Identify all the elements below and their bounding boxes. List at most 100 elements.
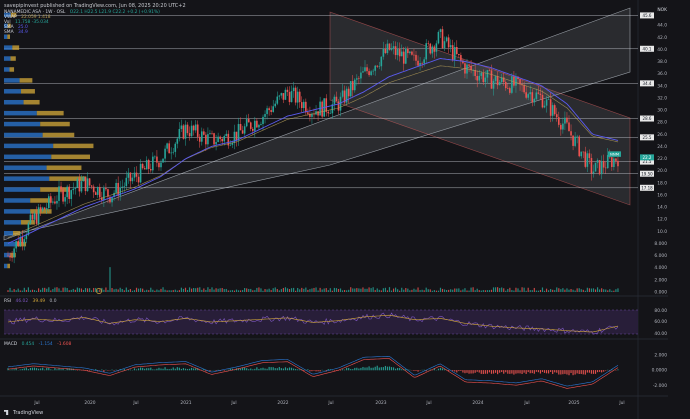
volume-bar	[40, 289, 42, 292]
candle-body	[562, 123, 564, 130]
macd-histogram-bar	[395, 368, 397, 371]
tradingview-brand[interactable]: TradingView	[4, 410, 43, 416]
rsi-legend[interactable]: RSI 46.02 39.49 0.0	[4, 299, 60, 304]
volume-bar	[35, 290, 38, 292]
volume-bar	[545, 288, 548, 292]
macd-histogram-bar	[517, 370, 519, 374]
candle-body	[531, 92, 534, 103]
candle-body	[592, 171, 595, 174]
volume-profile-bar	[12, 45, 20, 50]
macd-histogram-bar	[362, 366, 364, 371]
candle-body	[131, 177, 134, 182]
price-tick-label: 22.0	[657, 156, 667, 162]
candle-body	[303, 101, 305, 109]
macd-histogram-bar	[392, 367, 395, 371]
macd-value1: 0.454	[21, 342, 35, 347]
candle-body	[105, 187, 107, 190]
volume-bar	[70, 289, 72, 292]
candle-body	[423, 59, 425, 64]
macd-histogram-bar	[582, 370, 584, 375]
candle-body	[553, 105, 556, 115]
symbol-tag-label: NNM	[610, 151, 619, 156]
macd-histogram-bar	[388, 366, 391, 371]
volume-bar	[613, 290, 615, 292]
candle-body	[268, 108, 270, 111]
macd-histogram-bar	[366, 367, 368, 371]
candle-body	[537, 92, 540, 94]
volume-bar	[154, 290, 156, 292]
candle-body	[219, 136, 221, 139]
candle-body	[254, 120, 256, 131]
macd-histogram-bar	[209, 370, 211, 372]
volume-profile-bar	[4, 220, 22, 225]
macd-histogram-bar	[409, 369, 411, 371]
volume-bar	[535, 290, 537, 292]
macd-histogram-bar	[188, 368, 191, 371]
time-tick-label: Jul	[132, 400, 138, 406]
current-price-label: 22.2	[643, 155, 652, 160]
volume-profile-bar	[4, 176, 50, 181]
candle-body	[80, 181, 83, 192]
volume-bar	[125, 287, 127, 292]
macd-legend[interactable]: MACD 0.454 -1.154 -1.608	[4, 342, 74, 347]
macd-histogram-bar	[13, 369, 15, 371]
macd-histogram-bar	[458, 370, 460, 372]
publisher-line: savepipinvest published on TradingView.c…	[4, 3, 186, 9]
candle-body	[558, 117, 560, 125]
macd-histogram-bar	[191, 367, 193, 371]
volume-bar	[539, 289, 542, 292]
volume-bar	[415, 289, 417, 292]
macd-histogram-bar	[319, 370, 321, 372]
macd-histogram-bar	[529, 370, 531, 374]
macd-histogram-bar	[40, 368, 42, 371]
price-tick-label: 6.000	[654, 253, 667, 259]
volume-bar	[168, 290, 170, 292]
macd-histogram-bar	[456, 370, 458, 373]
candle-body	[174, 143, 177, 152]
volume-bar	[146, 289, 148, 292]
candle-body	[374, 65, 376, 71]
candle-body	[511, 76, 513, 93]
candle-body	[386, 43, 389, 54]
macd-histogram-bar	[127, 369, 129, 371]
volume-bar	[360, 288, 362, 292]
volume-bar	[556, 287, 558, 292]
macd-histogram-bar	[262, 367, 264, 371]
macd-histogram-bar	[60, 369, 62, 371]
macd-histogram-bar	[480, 370, 482, 374]
macd-histogram-bar	[239, 368, 242, 371]
volume-bar	[470, 287, 472, 292]
volume-bar	[142, 288, 144, 292]
macd-histogram-bar	[268, 366, 270, 371]
price-tick-label: 2.000	[654, 277, 667, 283]
chart-canvas[interactable]: NOK 44.0 42.0 40.0 38.0 36.0 34.0 32.0 30.0 28.0 2…	[0, 0, 690, 419]
price-tick-label: 44.0	[657, 23, 667, 29]
volume-bar	[233, 290, 236, 292]
candle-body	[435, 43, 438, 52]
macd-histogram-bar	[576, 370, 578, 374]
macd-histogram-bar	[146, 368, 148, 371]
macd-histogram-bar	[423, 369, 425, 371]
volume-bar	[207, 287, 209, 292]
candle-body	[366, 67, 368, 72]
macd-histogram-bar	[588, 370, 590, 373]
volume-bar	[11, 290, 13, 292]
volume-bar	[246, 288, 248, 292]
candle-body	[417, 60, 419, 66]
volume-bar	[386, 290, 389, 292]
candle-body	[509, 88, 511, 93]
sma2-legend[interactable]: SMA 34.9	[4, 30, 31, 35]
candle-body	[141, 163, 144, 169]
macd-histogram-bar	[415, 370, 417, 371]
candle-body	[384, 48, 387, 54]
volume-bar	[505, 290, 507, 292]
macd-histogram-bar	[309, 370, 311, 372]
macd-histogram-bar	[58, 368, 60, 371]
candle-body	[445, 37, 448, 42]
volume-bar	[68, 290, 70, 292]
volume-bar	[499, 288, 501, 292]
volume-bar	[262, 290, 264, 292]
volume-profile-bar	[4, 89, 22, 94]
macd-histogram-bar	[172, 367, 174, 371]
candle-body	[529, 92, 532, 95]
